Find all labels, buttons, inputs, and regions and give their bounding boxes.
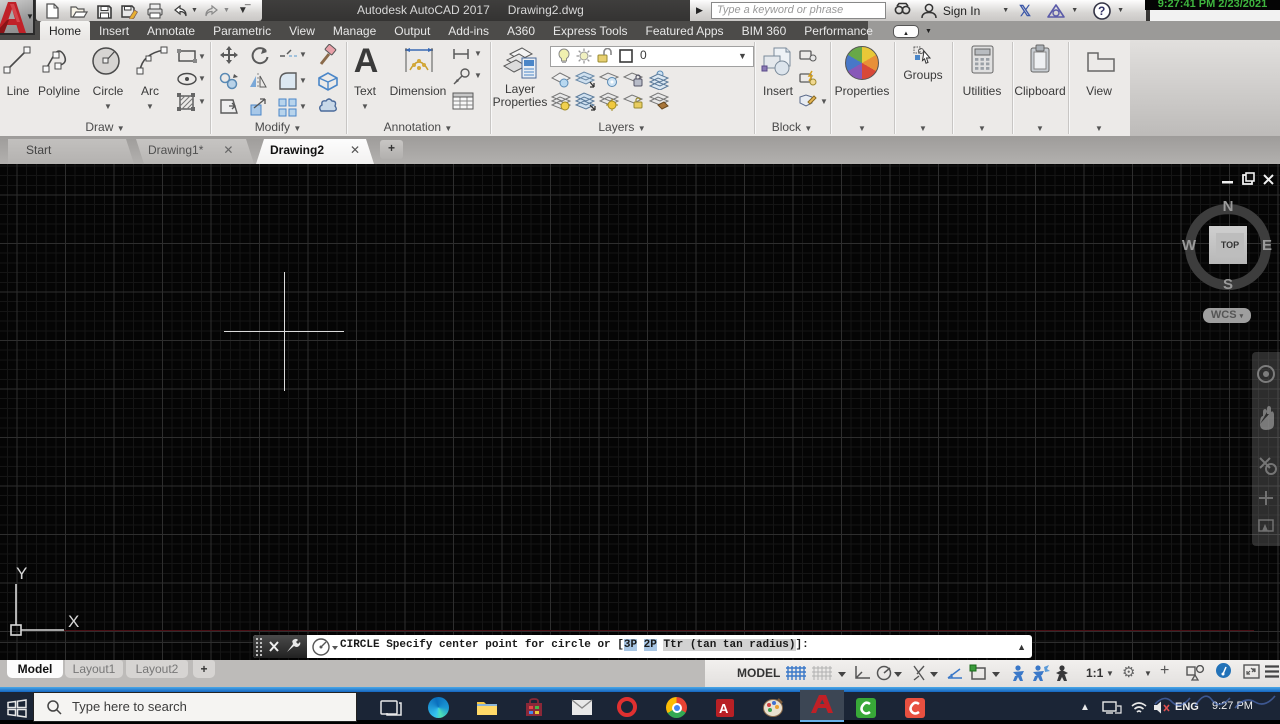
svg-text:Y: Y: [16, 564, 27, 583]
svg-text:?: ?: [1098, 4, 1105, 18]
svg-text:A: A: [719, 701, 729, 716]
svg-text:𝕏: 𝕏: [1019, 4, 1031, 20]
svg-text:X: X: [68, 612, 79, 631]
